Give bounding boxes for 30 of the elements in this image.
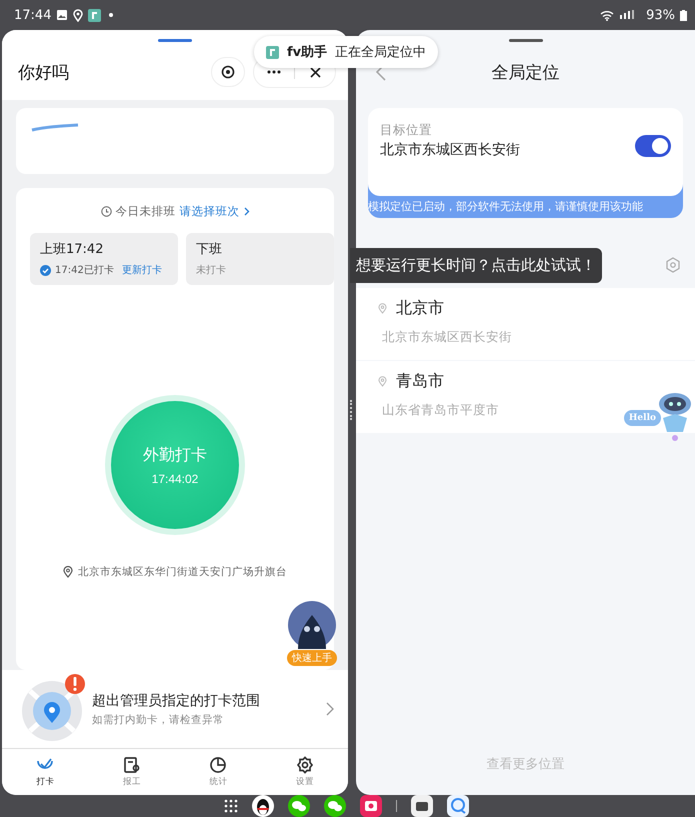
location-item[interactable]: 北京市 北京市东城区西长安街 [356, 288, 695, 360]
location-name: 青岛市 [396, 371, 444, 392]
tab-item[interactable]: 打卡 [2, 749, 88, 795]
location-address: 北京市东城区西长安街 [382, 329, 512, 346]
page-title: 全局定位 [490, 62, 560, 84]
punch-status: 未打卡 [196, 264, 226, 277]
shift-label: 上班17:42 [40, 241, 104, 258]
notification-pill[interactable]: fv助手 正在全局定位中 [254, 36, 438, 68]
hello-bubble[interactable]: Hello [624, 410, 661, 426]
tab-item[interactable]: 统计 [175, 749, 262, 795]
quick-start-badge[interactable]: 快速上手 [287, 650, 337, 666]
update-punch-link[interactable]: 更新打卡 [122, 263, 162, 277]
tab-item[interactable]: 报工 [88, 749, 175, 795]
alert-title: 超出管理员指定的打卡范围 [92, 692, 261, 710]
select-shift-link[interactable]: 请选择班次 [180, 204, 240, 219]
target-label: 目标位置 [380, 122, 433, 139]
location-address: 山东省青岛市平度市 [382, 402, 499, 419]
alert-subtitle: 如需打内勤卡，请检查异常 [92, 712, 225, 726]
app-title: 你好吗 [18, 62, 69, 84]
location-text: 北京市东城区东华门街道天安门广场升旗台 [78, 565, 287, 579]
target-address: 北京市东城区西长安街 [380, 141, 521, 159]
clock-time: 17:44 [14, 8, 52, 22]
punch-button[interactable]: 外勤打卡 17:44:02 [111, 401, 239, 529]
tab-item[interactable]: 设置 [262, 749, 348, 795]
tooltip[interactable]: 想要运行更长时间？点击此处试试！ [350, 248, 602, 282]
punch-status: 17:42已打卡 [55, 264, 114, 277]
shift-label: 下班 [196, 241, 223, 258]
location-name: 北京市 [396, 298, 444, 319]
schedule-notice: 今日未排班 [116, 204, 176, 219]
battery-percent: 93% [646, 8, 675, 22]
